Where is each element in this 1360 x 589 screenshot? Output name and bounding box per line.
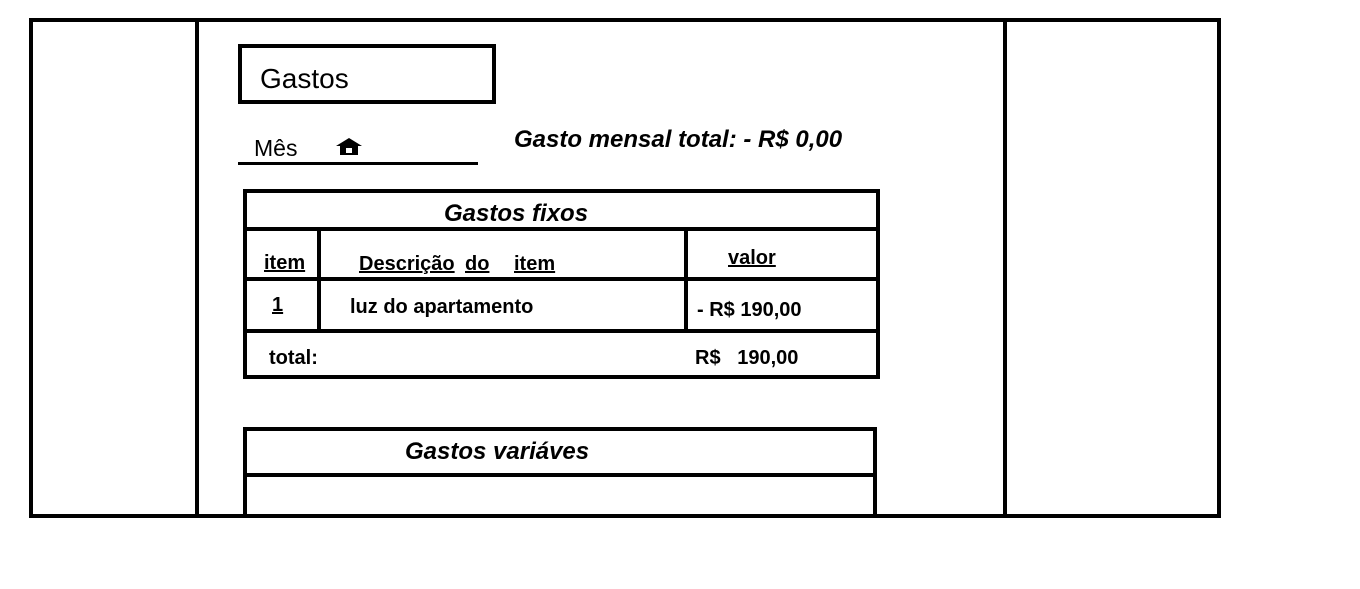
variable-expenses-title: Gastos variáves xyxy=(405,438,590,465)
column-header-description: do xyxy=(465,253,490,275)
house-up-arrow-icon[interactable] xyxy=(334,137,364,157)
column-header-description: Descrição xyxy=(359,253,455,275)
month-label: Mês xyxy=(254,135,298,161)
page-title-box: Gastos xyxy=(238,44,496,104)
divider xyxy=(684,229,688,333)
monthly-total: Gasto mensal total: - R$ 0,00 xyxy=(514,126,843,153)
column-header-description: item xyxy=(514,253,556,275)
divider xyxy=(243,277,880,281)
left-sidebar-divider xyxy=(195,18,199,518)
divider xyxy=(243,473,877,477)
total-label: total: xyxy=(269,347,318,369)
row-item-number: 1 xyxy=(272,294,284,316)
row-value: - R$ 190,00 xyxy=(697,299,802,321)
divider xyxy=(317,229,321,333)
fixed-expenses-title: Gastos fixos xyxy=(444,200,589,227)
divider xyxy=(243,329,880,333)
month-selector[interactable]: Mês xyxy=(238,131,478,165)
column-header-value: valor xyxy=(728,247,776,269)
total-value: R$ 190,00 xyxy=(695,347,799,369)
right-sidebar-divider xyxy=(1003,18,1007,518)
column-header-item: item xyxy=(264,252,306,274)
row-description: luz do apartamento xyxy=(350,296,534,318)
page-title: Gastos xyxy=(260,63,349,94)
